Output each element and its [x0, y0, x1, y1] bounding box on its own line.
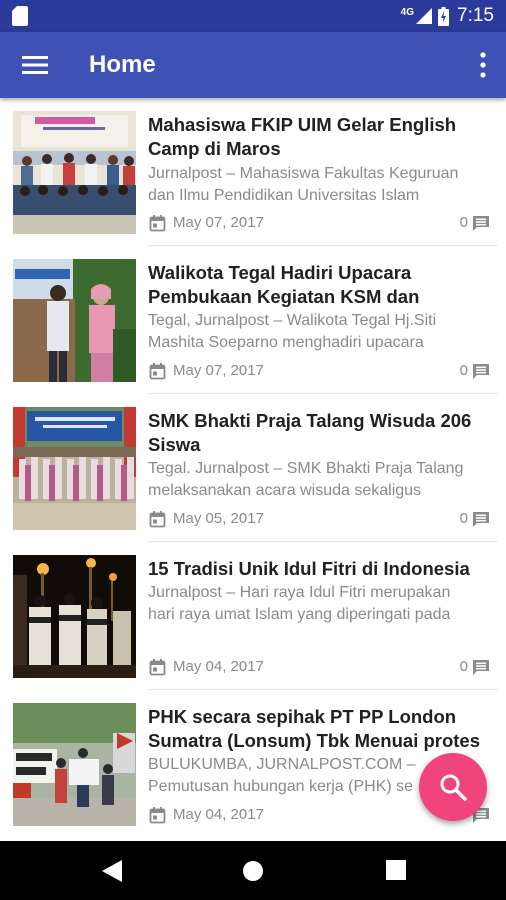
article-excerpt: Tegal. Jurnalpost – SMK Bhakti Praja Tal…	[148, 460, 464, 499]
article-date: May 05, 2017	[173, 510, 264, 527]
article-date: May 07, 2017	[173, 362, 264, 379]
calendar-icon	[149, 363, 166, 380]
article-item[interactable]: Walikota Tegal Hadiri Upacara Pembukaan …	[0, 246, 506, 394]
comment-icon	[473, 512, 489, 527]
calendar-icon	[149, 807, 166, 824]
search-icon	[440, 774, 467, 801]
article-thumbnail	[13, 407, 136, 530]
comment-count: 0	[459, 510, 468, 527]
article-thumbnail	[13, 703, 136, 826]
article-list: Mahasiswa FKIP UIM Gelar English Camp di…	[0, 98, 506, 841]
article-title: SMK Bhakti Praja Talang Wisuda 206 Siswa	[148, 410, 472, 455]
signal-icon	[416, 8, 433, 24]
calendar-icon	[149, 511, 166, 528]
recent-apps-icon[interactable]	[386, 860, 406, 880]
article-date: May 04, 2017	[173, 806, 264, 823]
article-item[interactable]: SMK Bhakti Praja Talang Wisuda 206 Siswa…	[0, 394, 506, 542]
article-meta: May 07, 2017 0	[148, 212, 490, 234]
article-thumbnail	[13, 259, 136, 382]
network-type-label: 4G	[400, 6, 415, 18]
app-bar: Home	[0, 32, 506, 98]
comment-count: 0	[459, 362, 468, 379]
article-meta: May 04, 2017 0	[148, 656, 490, 678]
article-excerpt: Jurnalpost – Hari raya Idul Fitri merupa…	[148, 584, 451, 623]
sd-card-icon	[12, 6, 28, 26]
article-meta: May 05, 2017 0	[148, 508, 490, 530]
article-excerpt: Jurnalpost – Mahasiswa Fakultas Keguruan…	[148, 165, 459, 204]
article-date: May 07, 2017	[173, 214, 264, 231]
hamburger-menu-icon[interactable]	[22, 53, 48, 77]
article-item[interactable]: Mahasiswa FKIP UIM Gelar English Camp di…	[0, 98, 506, 246]
article-title: PHK secara sepihak PT PP London Sumatra …	[148, 706, 481, 751]
article-thumbnail	[13, 111, 136, 234]
calendar-icon	[149, 659, 166, 676]
article-item[interactable]: 15 Tradisi Unik Idul Fitri di Indonesia …	[0, 542, 506, 690]
comment-count: 0	[459, 214, 468, 231]
article-title: Mahasiswa FKIP UIM Gelar English Camp di…	[148, 114, 457, 159]
article-date: May 04, 2017	[173, 658, 264, 675]
comment-icon	[473, 660, 489, 675]
page-title: Home	[89, 51, 156, 78]
more-vertical-icon[interactable]	[478, 51, 488, 79]
comment-icon	[473, 216, 489, 231]
article-title: Walikota Tegal Hadiri Upacara Pembukaan …	[148, 262, 420, 307]
comment-icon	[473, 364, 489, 379]
system-navigation-bar	[0, 841, 506, 900]
article-thumbnail	[13, 555, 136, 678]
search-fab-button[interactable]	[419, 753, 487, 821]
home-icon[interactable]	[242, 860, 264, 882]
calendar-icon	[149, 215, 166, 232]
comment-count: 0	[459, 658, 468, 675]
battery-icon	[438, 6, 450, 26]
article-title: 15 Tradisi Unik Idul Fitri di Indonesia	[148, 558, 470, 579]
clock: 7:15	[457, 5, 494, 26]
back-icon[interactable]	[102, 860, 122, 882]
status-bar: 4G 7:15	[0, 0, 506, 32]
article-meta: May 07, 2017 0	[148, 360, 490, 382]
article-excerpt: Tegal, Jurnalpost – Walikota Tegal Hj.Si…	[148, 312, 437, 351]
